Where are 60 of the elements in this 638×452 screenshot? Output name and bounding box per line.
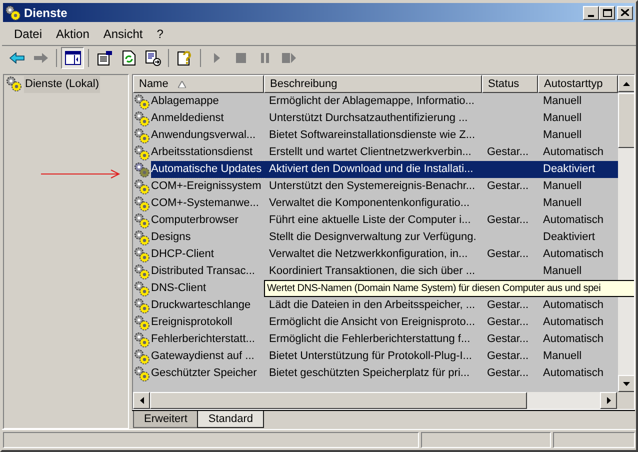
table-cell: Bietet Unterstützung für Protokoll-Plug-I... xyxy=(269,350,472,362)
table-cell: Stellt die Designverwaltung zur Verfügung. xyxy=(269,231,476,244)
table-cell: Koordiniert Transaktionen, die sich über ... xyxy=(269,265,476,278)
table-cell: Manuell xyxy=(543,95,582,108)
service-name: DHCP-Client xyxy=(151,247,215,262)
service-name: Ablagemappe xyxy=(151,94,220,110)
table-cell: Automatisch xyxy=(543,214,604,226)
table-cell: Gestar... xyxy=(487,180,529,192)
table-cell: Manuell xyxy=(543,180,582,192)
service-name: Distributed Transac... xyxy=(151,264,256,280)
service-name: COM+-Systemanwe... xyxy=(151,196,260,212)
table-cell: Automatisch xyxy=(543,248,604,260)
service-name: Designs xyxy=(151,230,192,246)
service-name: Arbeitsstationsdienst xyxy=(151,145,254,160)
table-cell: Unterstützt Durchsatzauthentifizierung ... xyxy=(269,112,468,124)
tooltip: Wertet DNS-Namen (Domain Name System) für diesen Computer aus und spei xyxy=(264,280,634,297)
table-cell: Ermöglicht der Ablagemappe, Informatio... xyxy=(269,95,474,108)
service-name: Ereignisprotokoll xyxy=(151,315,234,330)
service-name: Automatische Updates xyxy=(151,161,264,178)
table-cell: Automatisch xyxy=(543,146,604,158)
service-name: Gatewaydienst auf ... xyxy=(151,349,256,364)
table-cell: Unterstützt den Systemereignis-Benachr... xyxy=(269,180,476,192)
table-cell: Manuell xyxy=(543,197,582,210)
table-cell: Gestar... xyxy=(487,248,529,260)
service-name: DNS-Client xyxy=(151,281,208,296)
table-cell: Gestar... xyxy=(487,214,529,226)
table-cell: Ermöglicht die Fehlerberichterstattung f... xyxy=(269,333,470,346)
table-cell: Bietet Softwareinstallationsdienste wie Z... xyxy=(269,129,476,142)
service-name: Fehlerberichterstatt... xyxy=(151,332,256,348)
service-name: Anmeldedienst xyxy=(151,111,225,126)
service-name: Computerbrowser xyxy=(151,213,240,228)
table-cell: Automatisch xyxy=(543,316,604,328)
window-title: Dienste xyxy=(24,4,68,22)
table-cell: Automatisch xyxy=(543,299,604,312)
table-cell: Deaktiviert xyxy=(543,163,595,176)
table-cell: Gestar... xyxy=(487,299,529,312)
table-cell: Gestar... xyxy=(487,146,529,158)
table-cell: Manuell xyxy=(543,129,582,142)
table-cell: Gestar... xyxy=(487,367,529,380)
table-cell: Automatisch xyxy=(543,367,604,380)
table-cell: Manuell xyxy=(543,265,582,278)
table-cell: Manuell xyxy=(543,350,582,362)
table-cell: Gestar... xyxy=(487,333,529,346)
service-name: COM+-Ereignissystem xyxy=(151,179,262,194)
table-cell: Verwaltet die Komponentenkonfiguratio... xyxy=(269,197,470,210)
table-cell: Führt eine aktuelle Liste der Computer i... xyxy=(269,214,471,226)
table-cell: Gestar... xyxy=(487,350,529,362)
service-name: Anwendungsverwal... xyxy=(151,128,257,144)
table-cell: Lädt die Dateien in den Arbeitsspeicher, ... xyxy=(269,299,476,312)
table-cell: Bietet geschützten Speicherplatz für pri... xyxy=(269,367,470,380)
table-cell: Automatisch xyxy=(543,333,604,346)
table-cell: Manuell xyxy=(543,112,582,124)
table-cell: Erstellt und wartet Clientnetzwerkverbin... xyxy=(269,146,472,158)
table-cell: Ermöglicht die Ansicht von Ereignisproto... xyxy=(269,316,476,328)
table-cell: Aktiviert den Download und die Installati... xyxy=(269,163,474,176)
service-name: Geschützter Speicher xyxy=(151,366,258,382)
service-name: Druckwarteschlange xyxy=(151,298,252,314)
table-cell: Gestar... xyxy=(487,316,529,328)
table-cell: Deaktiviert xyxy=(543,231,595,244)
table-cell: Verwaltet die Netzwerkkonfiguration, in... xyxy=(269,248,468,260)
